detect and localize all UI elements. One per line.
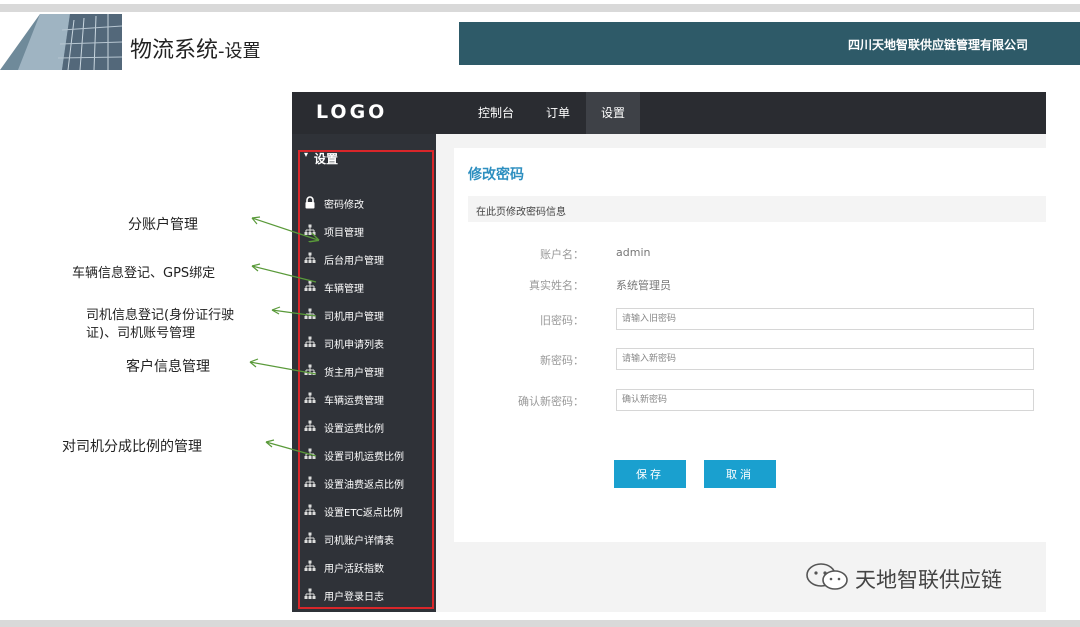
org-icon xyxy=(304,504,316,516)
realname-label: 真实姓名： xyxy=(529,279,584,292)
sidebar-item-label: 用户登录日志 xyxy=(324,592,384,603)
org-icon xyxy=(304,420,316,432)
sidebar-item-driver-users[interactable]: 司机用户管理 xyxy=(292,300,436,328)
info-strip: 在此页修改密码信息 xyxy=(468,196,1046,222)
slide-title-main: 物流系统 xyxy=(130,38,219,63)
org-icon xyxy=(304,308,316,320)
bottom-band xyxy=(0,620,1080,627)
confirm-password-input[interactable] xyxy=(616,389,1034,411)
slide-title: 物流系统-设置 xyxy=(130,32,261,64)
sidebar-item-password[interactable]: 密码修改 xyxy=(292,188,436,216)
new-password-input[interactable] xyxy=(616,348,1034,370)
page-subtitle: 在此页修改密码信息 xyxy=(476,207,566,218)
new-password-label: 新密码： xyxy=(540,354,584,367)
org-icon xyxy=(304,448,316,460)
top-band xyxy=(0,4,1080,12)
org-icon xyxy=(304,532,316,544)
sidebar-item-label: 项目管理 xyxy=(324,228,364,239)
company-bar: 四川天地智联供应链管理有限公司 xyxy=(459,22,1080,65)
sidebar-item-user-activity[interactable]: 用户活跃指数 xyxy=(292,552,436,580)
sidebar-item-label: 货主用户管理 xyxy=(324,368,384,379)
cancel-button[interactable]: 取消 xyxy=(704,460,776,488)
org-icon xyxy=(304,392,316,404)
sidebar-item-admin-users[interactable]: 后台用户管理 xyxy=(292,244,436,272)
wechat-icon xyxy=(805,562,851,592)
sidebar-item-driver-freight-ratio[interactable]: 设置司机运费比例 xyxy=(292,440,436,468)
sidebar: ▾ 设置 密码修改 项目管理 后台用户管理 车辆管理 司机用户管理 司机申请列表 xyxy=(292,134,436,612)
nav-tab-settings[interactable]: 设置 xyxy=(586,92,640,134)
sidebar-item-freight-ratio[interactable]: 设置运费比例 xyxy=(292,412,436,440)
arrowhead xyxy=(251,216,261,225)
arrowhead xyxy=(271,306,281,315)
org-icon xyxy=(304,560,316,572)
arrowhead xyxy=(251,263,261,272)
old-password-input[interactable] xyxy=(616,308,1034,330)
org-icon xyxy=(304,364,316,376)
annotation-account-management: 分账户管理 xyxy=(128,217,198,233)
lock-icon xyxy=(304,196,316,209)
sidebar-section-settings[interactable]: ▾ 设置 xyxy=(292,146,436,172)
account-label: 账户名： xyxy=(540,248,584,261)
sidebar-item-label: 司机账户详情表 xyxy=(324,536,394,547)
app-window: LOGO 控制台 订单 设置 ▾ 设置 密码修改 项目管理 后台用户管理 车辆管… xyxy=(292,92,1046,612)
sidebar-item-label: 司机用户管理 xyxy=(324,312,384,323)
arrowhead xyxy=(265,439,275,448)
annotation-driver-info-line1: 司机信息登记(身份证行驶 xyxy=(86,308,235,323)
org-icon xyxy=(304,224,316,236)
org-icon xyxy=(304,336,316,348)
sidebar-item-driver-accounts[interactable]: 司机账户详情表 xyxy=(292,524,436,552)
org-icon xyxy=(304,280,316,292)
collapse-icon: ▾ xyxy=(304,150,309,159)
sidebar-item-label: 车辆管理 xyxy=(324,284,364,295)
slide-title-suffix: -设置 xyxy=(218,41,261,62)
sidebar-item-projects[interactable]: 项目管理 xyxy=(292,216,436,244)
account-value: admin xyxy=(616,246,651,259)
logo: LOGO xyxy=(316,101,388,123)
annotation-customer-management: 客户信息管理 xyxy=(126,359,210,375)
sidebar-item-etc-rebate[interactable]: 设置ETC返点比例 xyxy=(292,496,436,524)
sidebar-section-label: 设置 xyxy=(314,152,339,166)
sidebar-item-label: 后台用户管理 xyxy=(324,256,384,267)
sidebar-item-login-log[interactable]: 用户登录日志 xyxy=(292,580,436,608)
org-icon xyxy=(304,252,316,264)
watermark-text: 天地智联供应链 xyxy=(855,568,1002,592)
arrowhead xyxy=(249,358,259,368)
app-header: LOGO 控制台 订单 设置 xyxy=(292,92,1046,134)
sidebar-item-label: 设置运费比例 xyxy=(324,424,384,435)
annotation-vehicle-gps: 车辆信息登记、GPS绑定 xyxy=(72,266,216,281)
content-panel: 修改密码 在此页修改密码信息 账户名： admin 真实姓名： 系统管理员 旧密… xyxy=(454,148,1046,542)
sidebar-item-label: 用户活跃指数 xyxy=(324,564,384,575)
company-name: 四川天地智联供应链管理有限公司 xyxy=(847,38,1028,52)
nav-tab-console[interactable]: 控制台 xyxy=(466,92,526,134)
old-password-label: 旧密码： xyxy=(540,314,584,327)
annotation-driver-info-line2: 证)、司机账号管理 xyxy=(86,326,196,341)
sidebar-item-driver-applications[interactable]: 司机申请列表 xyxy=(292,328,436,356)
page-title: 修改密码 xyxy=(468,167,524,183)
sidebar-item-label: 设置油费返点比例 xyxy=(324,480,404,491)
save-button[interactable]: 保存 xyxy=(614,460,686,488)
org-icon xyxy=(304,476,316,488)
nav-tab-orders[interactable]: 订单 xyxy=(530,92,586,134)
sidebar-item-vehicle-freight[interactable]: 车辆运费管理 xyxy=(292,384,436,412)
sidebar-item-label: 司机申请列表 xyxy=(324,340,384,351)
sidebar-item-label: 车辆运费管理 xyxy=(324,396,384,407)
realname-value: 系统管理员 xyxy=(616,279,671,292)
sidebar-item-label: 设置ETC返点比例 xyxy=(324,508,403,519)
sidebar-item-shipper-users[interactable]: 货主用户管理 xyxy=(292,356,436,384)
confirm-password-label: 确认新密码： xyxy=(518,395,584,408)
sidebar-item-fuel-rebate[interactable]: 设置油费返点比例 xyxy=(292,468,436,496)
sidebar-item-vehicles[interactable]: 车辆管理 xyxy=(292,272,436,300)
building-photo xyxy=(0,14,122,70)
annotation-driver-ratio: 对司机分成比例的管理 xyxy=(62,439,202,455)
sidebar-item-label: 密码修改 xyxy=(324,200,364,211)
sidebar-item-label: 设置司机运费比例 xyxy=(324,452,404,463)
org-icon xyxy=(304,588,316,600)
